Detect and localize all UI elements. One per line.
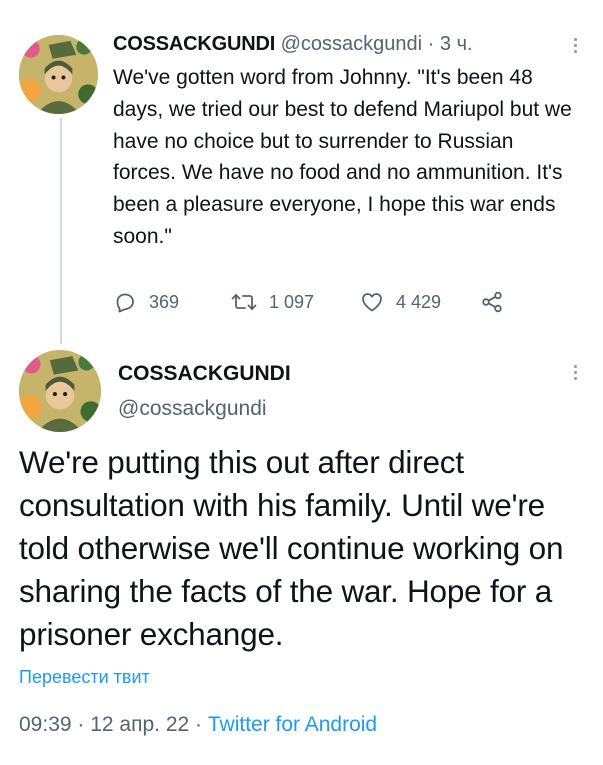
tweet-text: We've gotten word from Johnny. "It's bee…: [113, 66, 572, 248]
display-name[interactable]: COSSACKGUNDI: [118, 362, 291, 386]
tweet-text: We're putting this out after direct cons…: [19, 444, 564, 652]
retweet-button[interactable]: 1 097: [231, 289, 314, 315]
separator: ·: [427, 33, 435, 55]
separator: ·: [189, 713, 208, 736]
heart-icon: [362, 293, 382, 312]
share-button[interactable]: [480, 289, 516, 315]
reply-count: 369: [149, 291, 180, 312]
source-link[interactable]: Twitter for Android: [208, 713, 377, 736]
more-vertical-icon[interactable]: [573, 365, 579, 383]
avatar[interactable]: [19, 35, 98, 114]
tweet-header: COSSACKGUNDI @cossackgundi · 3 ч.: [113, 33, 473, 56]
avatar[interactable]: [19, 350, 101, 432]
tweet-time[interactable]: 3 ч.: [440, 33, 473, 55]
like-count: 4 429: [396, 291, 442, 312]
handle[interactable]: @cossackgundi: [118, 397, 267, 421]
separator: ·: [71, 713, 91, 736]
thread-line: [60, 118, 62, 344]
tweet-date[interactable]: 12 апр. 22: [90, 713, 189, 736]
tweet-time[interactable]: 09:39: [19, 713, 72, 736]
more-vertical-icon[interactable]: [573, 38, 579, 56]
reply-button[interactable]: 369: [113, 289, 179, 315]
like-button[interactable]: 4 429: [360, 289, 441, 315]
retweet-count: 1 097: [269, 291, 315, 312]
display-name[interactable]: COSSACKGUNDI: [113, 33, 275, 55]
translate-tweet-link[interactable]: Перевести твит: [19, 667, 150, 688]
tweet-meta: 09:39 · 12 апр. 22 · Twitter for Android: [19, 713, 377, 737]
share-icon: [482, 291, 502, 313]
retweet-icon: [231, 294, 257, 310]
reply-icon: [116, 293, 134, 313]
handle[interactable]: @cossackgundi: [281, 33, 422, 55]
